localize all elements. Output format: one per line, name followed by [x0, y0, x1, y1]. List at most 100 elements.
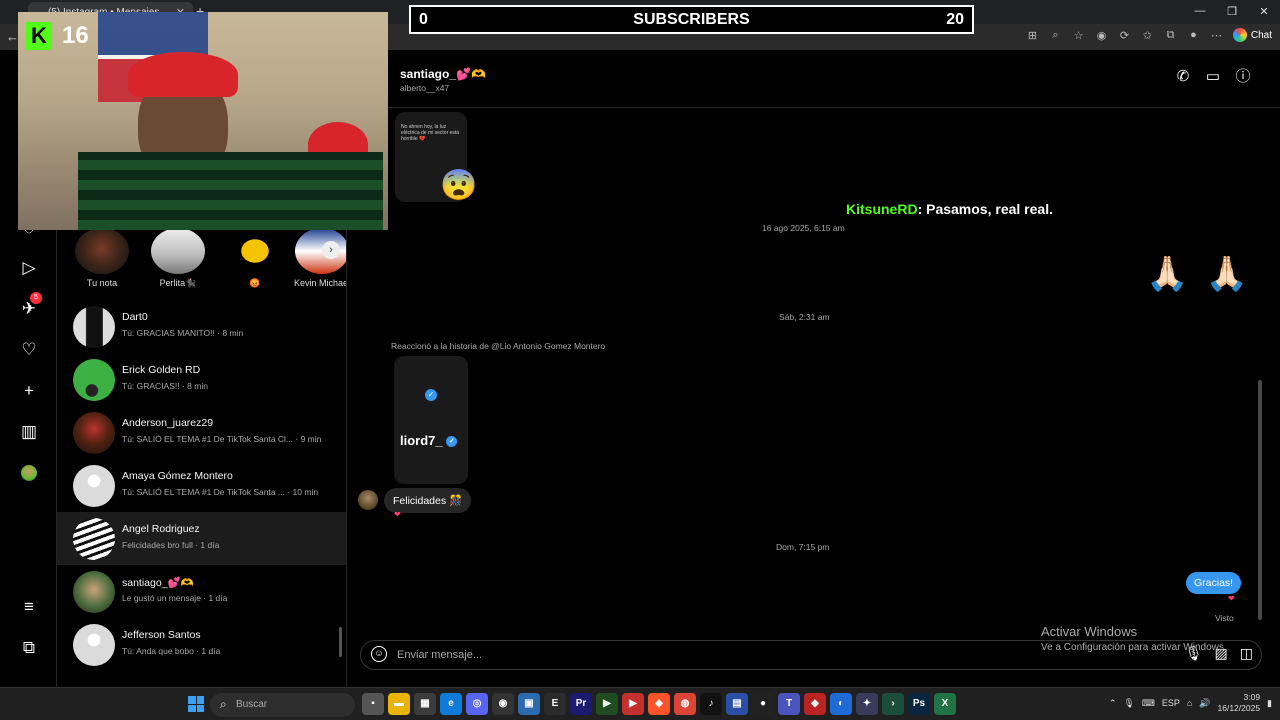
system-clock[interactable]: 3:09 16/12/2025 [1218, 692, 1261, 714]
maximize-button[interactable]: ❐ [1216, 0, 1248, 24]
taskbar-search[interactable]: ⌕ Buscar [210, 693, 355, 717]
task-view-icon[interactable]: ▪ [362, 693, 384, 715]
conversation-row[interactable]: santiago_💕🫶 Le gustó un mensaje · 1 día [57, 565, 346, 618]
conversation-row[interactable]: Anderson_juarez29 Tú: SALIÓ EL TEMA #1 D… [57, 406, 346, 459]
terminal-icon[interactable]: › [882, 693, 904, 715]
sticker-icon[interactable]: ◫ [1240, 645, 1253, 662]
notes-app-icon[interactable]: ▤ [726, 693, 748, 715]
outgoing-message[interactable]: Gracias! [1186, 572, 1242, 594]
edge-icon[interactable]: e [440, 693, 462, 715]
extension-icon[interactable]: ◉ [1093, 29, 1110, 42]
dashboard-icon[interactable]: ▥ [18, 421, 40, 443]
menu-hamburger-icon[interactable]: ≡ [18, 596, 40, 618]
windows-start-icon[interactable] [188, 696, 204, 712]
timestamp: 16 ago 2025, 6:15 am [762, 223, 845, 233]
timestamp: Sáb, 2:31 am [779, 312, 830, 322]
obs-icon[interactable]: ◉ [492, 693, 514, 715]
notifications-heart-icon[interactable]: ♡ [18, 339, 40, 361]
conversation-row[interactable]: Amaya Gómez Montero Tú: SALIÓ EL TEMA #1… [57, 459, 346, 512]
collections-icon[interactable]: ⧉ [1162, 29, 1179, 42]
premiere-icon[interactable]: Pr [570, 693, 592, 715]
note-avatar [151, 228, 205, 274]
teams-icon[interactable]: T [778, 693, 800, 715]
profile-avatar[interactable] [21, 465, 37, 481]
tiktok-icon[interactable]: ♪ [700, 693, 722, 715]
emoji-picker-icon[interactable]: ☺ [371, 646, 387, 662]
subs-label: SUBSCRIBERS [633, 11, 750, 28]
profile-icon[interactable]: ● [1185, 29, 1202, 42]
capcut-icon[interactable]: ▶ [596, 693, 618, 715]
store-icon[interactable]: ▦ [414, 693, 436, 715]
chat-scrollbar[interactable] [1258, 380, 1262, 620]
note-item[interactable]: Perlita🐈‍⬛ [143, 228, 213, 289]
note-label: Perlita🐈‍⬛ [159, 278, 197, 288]
heart-reaction-icon[interactable]: ❤ [394, 510, 401, 519]
conversation-preview: Tú: GRACIAS MANITO!! · 8 min [122, 328, 244, 338]
zoom-icon[interactable]: ⌕ [1047, 29, 1064, 42]
default-avatar [73, 465, 115, 507]
brave-icon[interactable]: ◆ [648, 693, 670, 715]
vpn-icon[interactable]: ◐ [830, 693, 852, 715]
file-explorer-icon[interactable]: ▬ [388, 693, 410, 715]
window-controls: — ❐ ✕ [1184, 0, 1280, 24]
minimize-button[interactable]: — [1184, 0, 1216, 24]
language-indicator[interactable]: ESP [1162, 698, 1180, 708]
windows-taskbar: ⌕ Buscar ▪ ▬ ▦ e ◎ ◉ ▣ E Pr ▶ ▶ ◆ ◍ ♪ ▤ … [0, 687, 1280, 720]
conversation-name: Erick Golden RD [122, 364, 201, 376]
heart-reaction-icon[interactable]: ❤ [1228, 594, 1235, 603]
timestamp: Dom, 7:15 pm [776, 542, 830, 552]
sender-avatar[interactable] [358, 490, 378, 510]
conversation-preview: Tú: GRACIAS!! · 8 min [122, 381, 208, 391]
network-icon[interactable]: ⌂ [1187, 698, 1192, 708]
apps-icon[interactable]: ⊞ [1024, 29, 1041, 42]
note-item[interactable]: Tu nota [67, 228, 137, 288]
epic-games-icon[interactable]: E [544, 693, 566, 715]
chevron-up-icon[interactable]: ⌃ [1109, 698, 1117, 709]
avatar [73, 306, 115, 348]
chat-contact-name[interactable]: santiago_💕🫶 [400, 67, 486, 81]
note-item[interactable]: 😡 [220, 228, 290, 289]
favorite-star-icon[interactable]: ☆ [1070, 29, 1087, 42]
keyboard-icon[interactable]: ⌨ [1142, 698, 1155, 709]
mic-tray-icon[interactable]: 🎙 [1123, 698, 1134, 709]
note-item[interactable]: Kevin Michael [287, 228, 346, 288]
volume-icon[interactable]: 🔊 [1199, 698, 1210, 709]
photoshop-icon[interactable]: Ps [908, 693, 930, 715]
more-menu-icon[interactable]: ⋯ [1208, 29, 1225, 42]
excel-icon[interactable]: X [934, 693, 956, 715]
conversation-list: Dart0 Tú: GRACIAS MANITO!! · 8 min Erick… [57, 300, 346, 671]
game-icon[interactable]: ✦ [856, 693, 878, 715]
notes-next-chevron-icon[interactable]: › [322, 241, 340, 259]
discord-icon[interactable]: ◎ [466, 693, 488, 715]
create-plus-icon[interactable]: + [18, 380, 40, 402]
more-apps-icon[interactable]: ⧉ [18, 637, 40, 659]
conversation-row[interactable]: Dart0 Tú: GRACIAS MANITO!! · 8 min [57, 300, 346, 353]
copilot-chat-button[interactable]: Chat [1232, 28, 1272, 42]
messages-icon[interactable]: ✈ 5 [18, 292, 42, 320]
conversation-row[interactable]: Angel Rodriguez Felicidades bro full · 1… [57, 512, 346, 565]
replied-story-card[interactable]: ✓ [394, 356, 468, 484]
refresh-icon[interactable]: ⟳ [1116, 29, 1133, 42]
chrome-icon[interactable]: ◍ [674, 693, 696, 715]
batman-avatar [228, 228, 282, 274]
pinned-apps: ▪ ▬ ▦ e ◎ ◉ ▣ E Pr ▶ ▶ ◆ ◍ ♪ ▤ ● T ◆ ◐ ✦… [362, 693, 956, 715]
info-icon[interactable]: ⓘ [1234, 68, 1252, 86]
conversation-row[interactable]: Jefferson Santos Tú: Anda que bobo · 1 d… [57, 618, 346, 671]
system-tray: ⌃ 🎙 ⌨ ESP ⌂ 🔊 3:09 16/12/2025 ▮ [1109, 692, 1272, 714]
phone-call-icon[interactable]: ✆ [1174, 68, 1192, 86]
anydesk-icon[interactable]: ◆ [804, 693, 826, 715]
favorites-icon[interactable]: ✩ [1139, 29, 1156, 42]
notes-row: Tu nota Perlita🐈‍⬛ 😡 Kevin Michael › [57, 228, 346, 290]
list-scrollbar[interactable] [339, 627, 342, 657]
subs-goal-value: 20 [946, 11, 964, 28]
message-input[interactable] [397, 646, 1097, 664]
photos-icon[interactable]: ▣ [518, 693, 540, 715]
youtube-icon[interactable]: ▶ [622, 693, 644, 715]
media-icon[interactable]: ● [752, 693, 774, 715]
reels-icon[interactable]: ▷ [18, 257, 40, 279]
conversation-row[interactable]: Erick Golden RD Tú: GRACIAS!! · 8 min [57, 353, 346, 406]
conversation-preview: Tú: Anda que bobo · 1 día [122, 646, 221, 656]
notification-center-icon[interactable]: ▮ [1267, 698, 1272, 709]
close-window-button[interactable]: ✕ [1248, 0, 1280, 24]
video-call-icon[interactable]: ▭ [1204, 68, 1222, 86]
